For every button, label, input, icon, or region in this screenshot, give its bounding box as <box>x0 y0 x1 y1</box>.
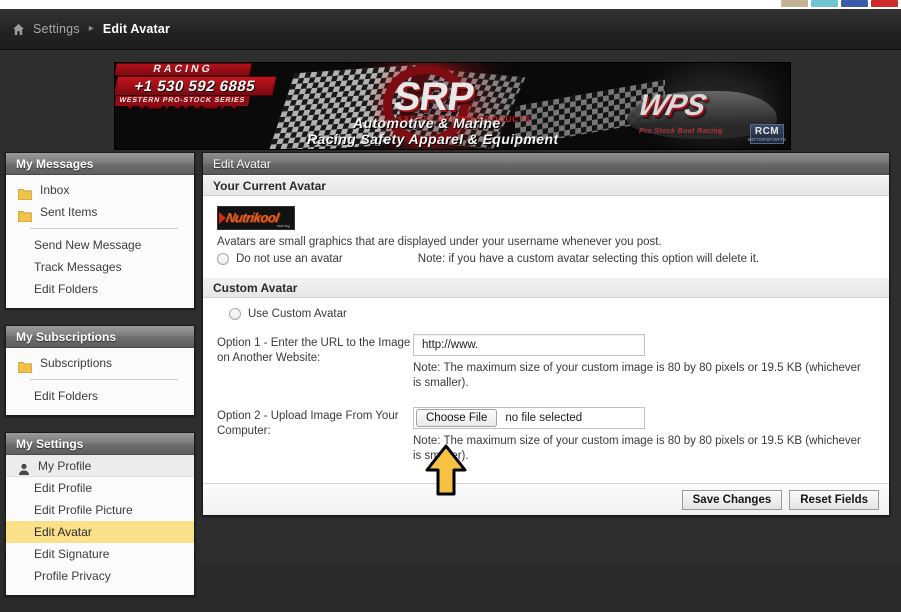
folder-icon <box>17 358 33 373</box>
radio-do-not-use-avatar[interactable] <box>217 253 229 265</box>
reset-fields-button[interactable]: Reset Fields <box>789 489 879 510</box>
radio-use-custom-avatar-label: Use Custom Avatar <box>248 308 347 320</box>
no-avatar-note: Note: if you have a custom avatar select… <box>417 253 760 265</box>
banner-phone-plate: +1 530 592 6885 <box>115 76 278 96</box>
sidebar-item-track-messages[interactable]: Track Messages <box>6 256 194 278</box>
option1-row: Option 1 - Enter the URL to the Image on… <box>217 334 877 391</box>
file-upload-control[interactable]: Choose File no file selected <box>413 407 645 429</box>
option2-row: Option 2 - Upload Image From Your Comput… <box>217 407 877 464</box>
sidebar-item-label: Edit Signature <box>34 547 110 561</box>
sidebar-block-my-messages: My Messages Inbox Sent Items Send New Me… <box>5 152 195 309</box>
option1-field: Note: The maximum size of your custom im… <box>413 334 877 391</box>
banner-kenner-racing-plate: RACING <box>115 63 253 76</box>
sidebar-header-my-settings: My Settings <box>6 433 194 455</box>
sidebar-item-edit-folders-subscriptions[interactable]: Edit Folders <box>6 385 194 407</box>
sidebar-item-label: Subscriptions <box>40 356 113 370</box>
rcm-sub-text: MOTORSPORTS <box>747 136 787 142</box>
sidebar-body-my-subscriptions: Subscriptions Edit Folders <box>6 348 194 415</box>
use-custom-avatar-row: Use Custom Avatar <box>217 308 877 320</box>
sidebar-item-inbox[interactable]: Inbox <box>6 179 194 201</box>
sidebar-item-profile-privacy[interactable]: Profile Privacy <box>6 565 194 587</box>
no-avatar-row: Do not use an avatar Note: if you have a… <box>217 253 877 265</box>
edit-avatar-panel: Edit Avatar Your Current Avatar Nutrikoo… <box>202 152 890 516</box>
breadcrumb-separator-icon: ▸ <box>88 22 94 34</box>
section-body-current-avatar: Nutrikool racing Avatars are small graph… <box>203 196 889 277</box>
radio-do-not-use-avatar-label: Do not use an avatar <box>236 253 343 265</box>
sidebar-divider <box>30 379 178 380</box>
avatar-url-input[interactable] <box>413 334 645 356</box>
save-changes-button[interactable]: Save Changes <box>681 489 783 510</box>
sidebar: My Messages Inbox Sent Items Send New Me… <box>5 152 195 612</box>
banner-srp-wordmark: SRP <box>390 75 477 119</box>
sidebar-item-label: Edit Folders <box>34 282 99 296</box>
banner-wps-tagline: Pro Stock Boat Racing <box>639 128 723 135</box>
sidebar-item-edit-signature[interactable]: Edit Signature <box>6 543 194 565</box>
banner-phone-text: +1 530 592 6885 <box>132 78 257 95</box>
avatar-wordmark: Nutrikool <box>224 210 280 225</box>
sidebar-divider <box>30 228 178 229</box>
sidebar-item-label: Edit Profile <box>34 481 93 495</box>
banner-srp-line1: Automotive & Marine <box>353 115 501 131</box>
sidebar-body-my-messages: Inbox Sent Items Send New Message Track … <box>6 175 194 308</box>
option1-note: Note: The maximum size of your custom im… <box>413 362 861 389</box>
sidebar-item-label: Sent Items <box>40 205 98 219</box>
browser-tab-strip <box>0 0 901 9</box>
browser-chip-blue[interactable] <box>841 0 868 7</box>
sidebar-item-edit-avatar[interactable]: Edit Avatar <box>6 521 194 543</box>
sidebar-item-label: Inbox <box>40 183 70 197</box>
radio-use-custom-avatar[interactable] <box>229 308 241 320</box>
avatar-description: Avatars are small graphics that are disp… <box>217 236 662 248</box>
sidebar-item-label: My Profile <box>38 458 92 473</box>
avatar-subtext: racing <box>276 223 290 228</box>
banner-wps-wordmark: WPS <box>635 89 709 122</box>
sidebar-header-my-subscriptions: My Subscriptions <box>6 326 194 348</box>
sidebar-item-label: Edit Profile Picture <box>34 503 133 517</box>
sidebar-body-my-settings: My Profile Edit Profile Edit Profile Pic… <box>6 455 194 595</box>
section-body-custom-avatar: Use Custom Avatar Option 1 - Enter the U… <box>203 298 889 476</box>
banner-wps-subtitle: WESTERN PRO-STOCK SERIES <box>118 97 246 104</box>
sidebar-item-label: Track Messages <box>34 260 122 274</box>
option2-note: Note: The maximum size of your custom im… <box>413 435 861 462</box>
sidebar-block-my-subscriptions: My Subscriptions Subscriptions Edit Fold… <box>5 325 195 416</box>
banner-kenner-racing-text: RACING <box>152 63 215 75</box>
sidebar-item-label: Edit Avatar <box>34 525 92 539</box>
sidebar-item-edit-profile-picture[interactable]: Edit Profile Picture <box>6 499 194 521</box>
rcm-mark-text: RCM <box>754 125 780 137</box>
browser-chip-red[interactable] <box>871 0 898 7</box>
sidebar-item-sent-items[interactable]: Sent Items <box>6 201 194 223</box>
browser-chip-tan[interactable] <box>781 0 808 7</box>
option2-field: Choose File no file selected Note: The m… <box>413 407 877 464</box>
home-icon[interactable] <box>12 23 25 36</box>
folder-icon <box>17 207 33 222</box>
current-avatar-image: Nutrikool racing <box>217 206 295 230</box>
sidebar-item-my-profile[interactable]: My Profile <box>6 455 194 477</box>
sidebar-item-subscriptions[interactable]: Subscriptions <box>6 352 194 374</box>
option1-label: Option 1 - Enter the URL to the Image on… <box>217 337 411 364</box>
selected-file-name: no file selected <box>505 412 583 424</box>
sidebar-item-label: Send New Message <box>34 238 142 252</box>
breadcrumb-settings[interactable]: Settings <box>33 22 80 36</box>
section-header-custom-avatar: Custom Avatar <box>203 277 889 298</box>
sidebar-item-edit-profile[interactable]: Edit Profile <box>6 477 194 499</box>
panel-title: Edit Avatar <box>203 153 889 175</box>
sidebar-block-my-settings: My Settings My Profile Edit Profile Edit… <box>5 432 195 596</box>
sponsor-banner-ad[interactable]: Chris KENNER RACING +1 530 592 6885 SRP … <box>114 62 791 150</box>
sidebar-header-my-messages: My Messages <box>6 153 194 175</box>
choose-file-button[interactable]: Choose File <box>416 409 498 427</box>
sidebar-item-label: Profile Privacy <box>34 569 111 583</box>
breadcrumb-current: Edit Avatar <box>102 22 171 36</box>
rcm-logo-badge: RCM MOTORSPORTS <box>747 124 787 144</box>
sidebar-item-send-new-message[interactable]: Send New Message <box>6 234 194 256</box>
browser-chip-teal[interactable] <box>811 0 838 7</box>
sidebar-item-label: Edit Folders <box>34 389 99 403</box>
breadcrumb-bar: Settings ▸ Edit Avatar <box>0 9 901 50</box>
panel-footer: Save Changes Reset Fields <box>203 483 889 515</box>
section-header-current-avatar: Your Current Avatar <box>203 175 889 196</box>
option2-label: Option 2 - Upload Image From Your Comput… <box>217 410 399 437</box>
folder-icon <box>17 185 33 200</box>
banner-srp-line2: Racing Safety Apparel & Equipment <box>307 131 559 147</box>
banner-wps-subtitle-plate: WESTERN PRO-STOCK SERIES <box>115 96 251 106</box>
sidebar-item-edit-folders-messages[interactable]: Edit Folders <box>6 278 194 300</box>
user-icon <box>18 460 30 475</box>
